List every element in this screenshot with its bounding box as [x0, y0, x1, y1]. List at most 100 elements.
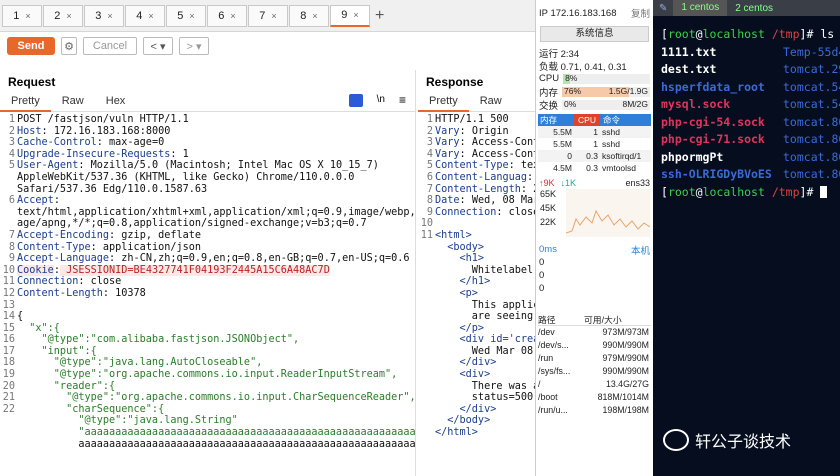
copy-button[interactable]: 复制	[631, 6, 650, 20]
code-line: </p>	[418, 323, 535, 335]
response-viewer[interactable]: 1 HTTP/1.1 500 2 Vary: Origin 3 Vary: Access-…	[418, 112, 535, 439]
menu-icon[interactable]: ≡	[399, 93, 406, 107]
tab-8[interactable]: 8 ×	[289, 4, 329, 27]
header-value: close	[84, 276, 122, 288]
disk-header-size: 可用/大小	[584, 315, 622, 325]
cancel-button[interactable]: Cancel	[83, 37, 137, 55]
latency-value: 0	[539, 270, 545, 281]
close-tab-icon[interactable]: ×	[107, 11, 112, 21]
code-text: {	[17, 311, 24, 323]
line-number	[0, 427, 17, 439]
header-value: max-age=0	[102, 137, 165, 149]
tab-response-raw[interactable]: Raw	[469, 90, 513, 112]
line-number: 5	[426, 160, 433, 172]
prompt-host: localhost	[702, 27, 765, 41]
code-line: 1 POST /fastjson/vuln HTTP/1.1	[0, 114, 415, 126]
code-line: </body>	[418, 415, 535, 427]
close-tab-icon[interactable]: ×	[148, 11, 153, 21]
process-cell: ksoftirqd/1	[602, 151, 642, 161]
code-line: </div>	[418, 357, 535, 369]
close-tab-icon[interactable]: ×	[189, 11, 194, 21]
code-line: </div>	[418, 404, 535, 416]
file-name: php-cgi-71.sock	[661, 132, 765, 146]
code-line: Wed Mar 08	[418, 346, 535, 358]
terminal-tab-1[interactable]: 1 centos	[673, 0, 728, 16]
net-interface[interactable]: ens33	[625, 178, 650, 188]
latency-value: 0	[539, 257, 545, 268]
code-text: HTTP/1.1 500	[435, 114, 509, 125]
line-number: 2	[8, 125, 15, 137]
file-name: tomcat.80	[783, 167, 840, 181]
file-name: tomcat.29	[783, 62, 840, 76]
code-line: 2 Host: 172.16.183.168:8000	[0, 126, 415, 138]
latency-host[interactable]: 本机	[631, 243, 650, 257]
disk-size: 990M/990M	[602, 340, 649, 350]
request-pane: Request Pretty Raw Hex \n ≡ 1 POST /fastj…	[0, 70, 416, 476]
process-cell: 4.5M	[553, 163, 572, 173]
code-line: <p>	[418, 288, 535, 300]
tab-5[interactable]: 5 ×	[166, 4, 206, 27]
code-line: 5Content-Type: tex	[418, 160, 535, 172]
tab-request-raw[interactable]: Raw	[51, 90, 95, 112]
line-number	[418, 334, 435, 346]
response-view-tabs: Pretty Raw	[418, 90, 535, 112]
disk-row: /run/u... 198M/198M	[538, 404, 651, 417]
tab-7[interactable]: 7 ×	[248, 4, 288, 27]
line-number: 3	[426, 137, 433, 149]
disk-table: 路径 可用/大小 /dev 973M/973M/dev/s... 990M/990M…	[538, 313, 651, 417]
net-upload: ↑9K	[539, 177, 555, 188]
prompt-user: root	[667, 184, 696, 199]
header-value: close	[508, 206, 535, 218]
tab-3[interactable]: 3 ×	[84, 4, 124, 27]
file-name: php-cgi-54.sock	[661, 114, 765, 129]
settings-gear-icon[interactable]: ⚙	[61, 37, 77, 55]
ls-entry: dest.txt tomcat.29	[653, 61, 840, 79]
code-text: Wed Mar 08	[435, 345, 534, 357]
close-tab-icon[interactable]: ×	[312, 11, 317, 21]
tab-request-pretty[interactable]: Pretty	[0, 90, 51, 112]
file-name: mysql.sock	[661, 97, 731, 111]
close-tab-icon[interactable]: ×	[25, 11, 30, 21]
tab-9[interactable]: 9 ×	[330, 4, 370, 27]
code-line: 12 Content-Length: 10378	[0, 288, 415, 300]
tab-4[interactable]: 4 ×	[125, 4, 165, 27]
tab-2[interactable]: 2 ×	[43, 4, 83, 27]
request-editor[interactable]: 1 POST /fastjson/vuln HTTP/1.1 2 Host: 172.…	[0, 112, 415, 450]
close-tab-icon[interactable]: ×	[66, 11, 71, 21]
terminal-edit-icon[interactable]: ✎	[653, 3, 673, 14]
line-number: 17	[2, 345, 15, 357]
process-row: 5.5M 1 sshd	[538, 126, 651, 138]
show-newlines-toggle[interactable]: \n	[377, 94, 385, 105]
close-tab-icon[interactable]: ×	[230, 11, 235, 21]
tab-6[interactable]: 6 ×	[207, 4, 247, 27]
forward-history-button[interactable]: > ▾	[179, 37, 209, 55]
header-name: Upgrade-Insecure-Requests	[17, 148, 171, 160]
line-number: 12	[2, 287, 15, 299]
send-button[interactable]: Send	[7, 37, 55, 55]
tab-1[interactable]: 1 ×	[2, 4, 42, 27]
sysinfo-button[interactable]: 系统信息	[540, 26, 649, 42]
tab-response-pretty[interactable]: Pretty	[418, 90, 469, 112]
close-tab-icon[interactable]: ×	[353, 10, 358, 20]
process-cell: vmtoolsd	[602, 163, 637, 173]
close-tab-icon[interactable]: ×	[271, 11, 276, 21]
file-name: ssh-OLRIGDyBVoES	[661, 167, 772, 181]
code-line: 11 <html>	[418, 230, 535, 242]
tab-label: 9	[341, 9, 348, 21]
line-number	[0, 415, 17, 427]
tab-request-hex[interactable]: Hex	[95, 90, 137, 112]
terminal-tab-2[interactable]: 2 centos	[727, 3, 781, 14]
add-tab-icon[interactable]: +	[375, 7, 384, 25]
disk-row: /run 979M/990M	[538, 352, 651, 365]
line-number: 3	[8, 137, 15, 149]
code-text: <div id='crea	[435, 334, 535, 346]
back-history-button[interactable]: < ▾	[143, 37, 173, 55]
line-number: 7	[426, 183, 433, 195]
line-number: 5	[8, 160, 15, 172]
cpu-label: CPU	[539, 73, 560, 84]
header-name: Cache-Control	[17, 137, 97, 149]
wrap-lines-icon[interactable]	[349, 94, 363, 107]
header-name: Accept-Language	[17, 253, 110, 265]
header-value: 2	[527, 184, 535, 195]
terminal[interactable]: ✎ 1 centos 2 centos [root@localhost /tmp…	[653, 0, 840, 476]
